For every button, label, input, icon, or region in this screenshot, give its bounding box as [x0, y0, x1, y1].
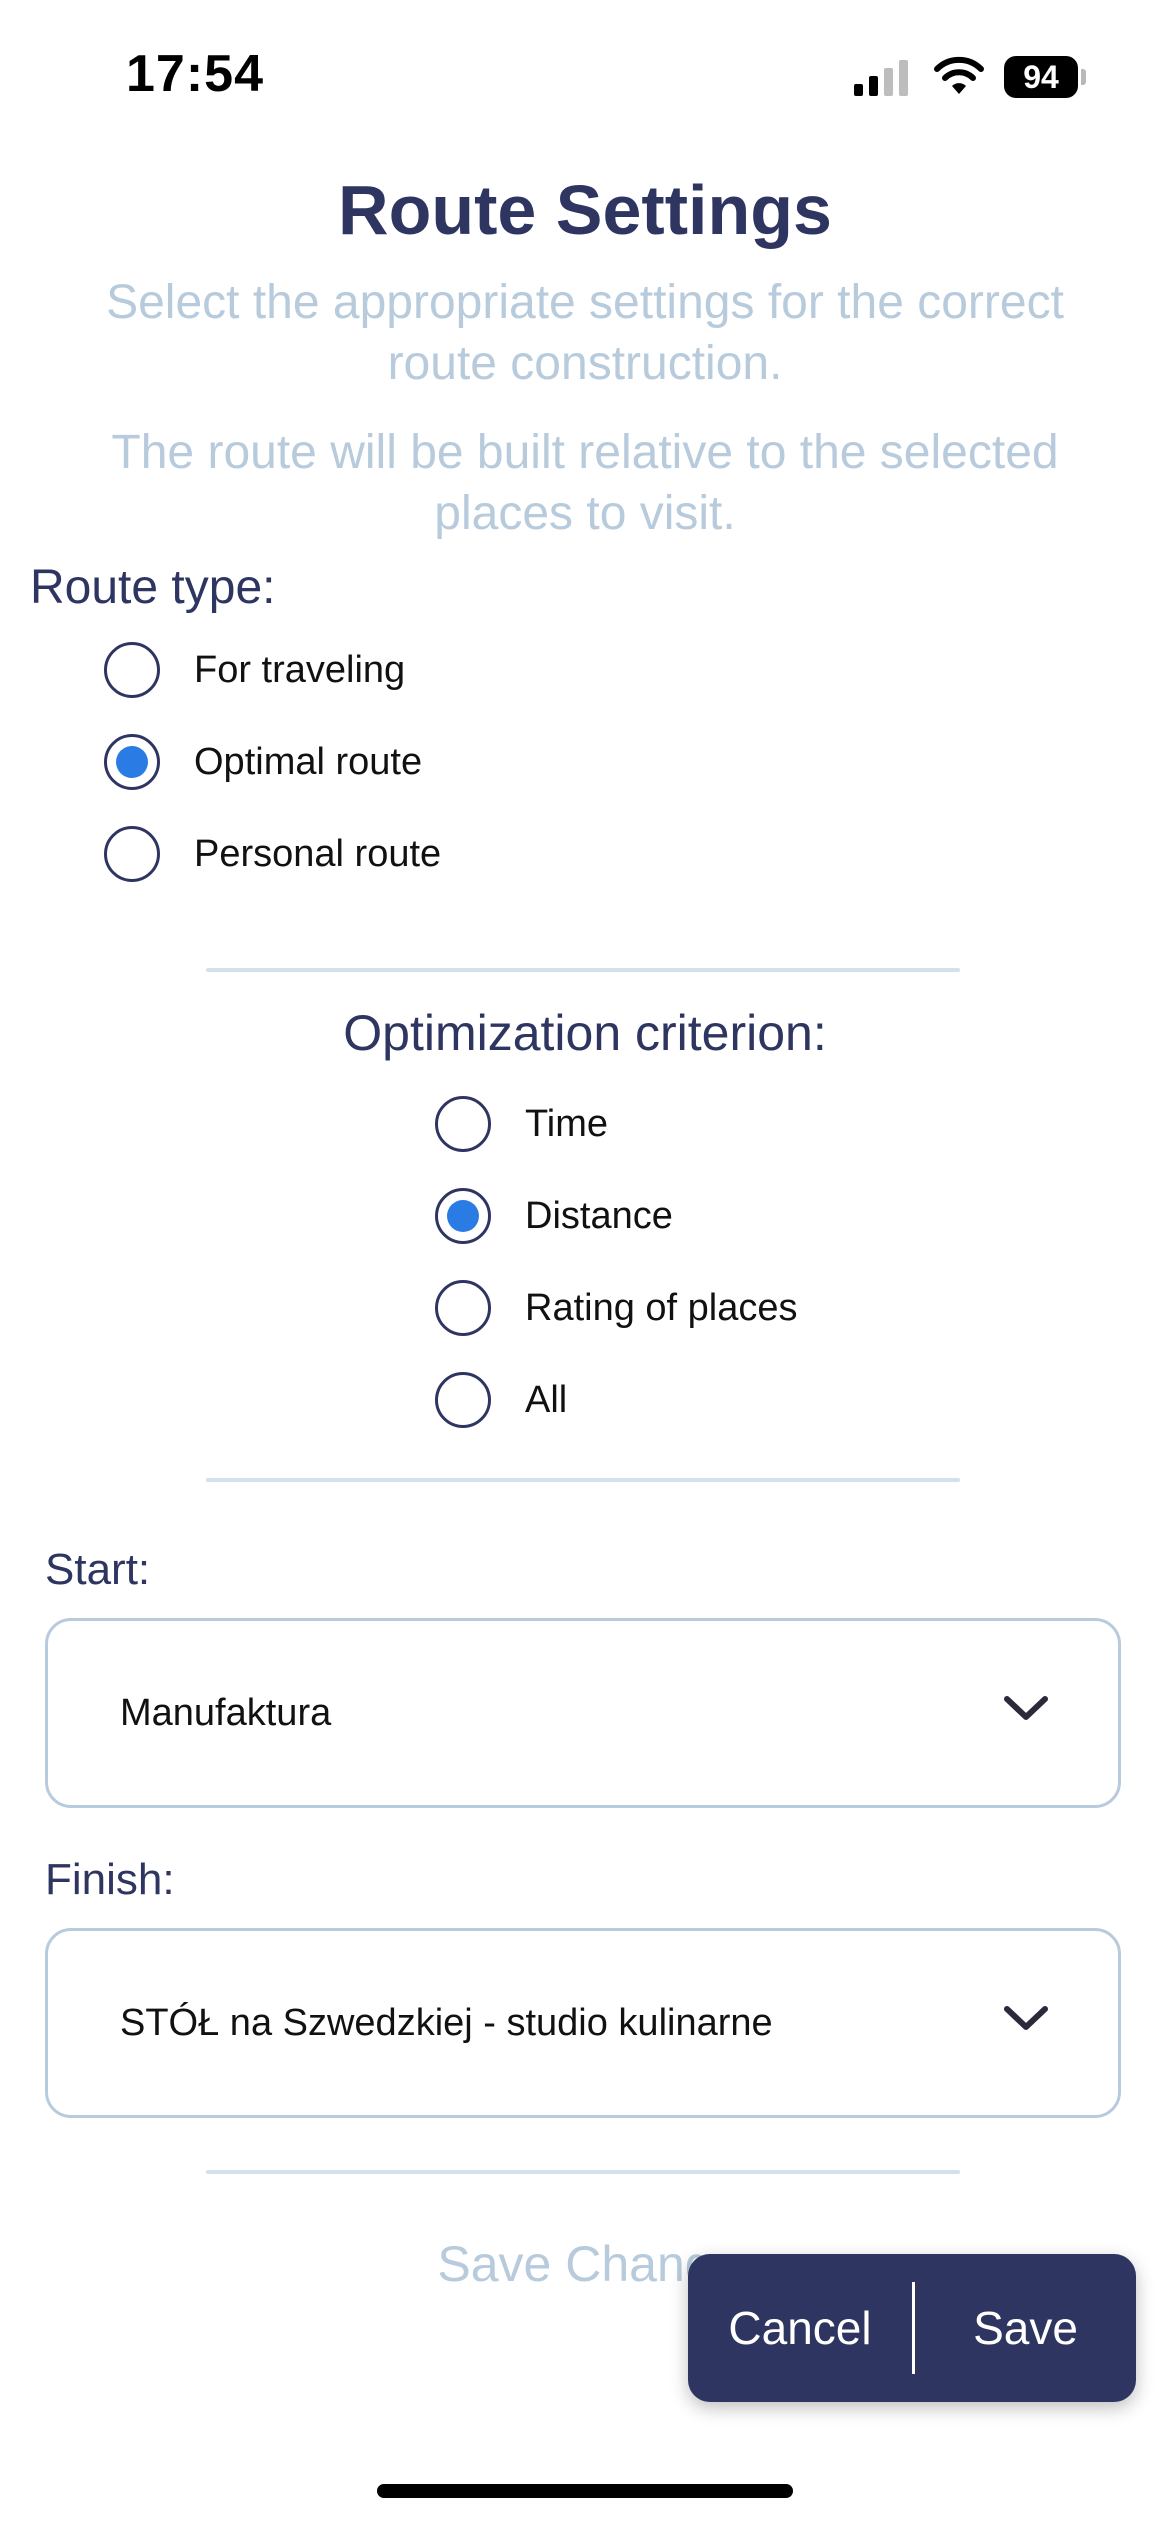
home-indicator[interactable] [377, 2484, 793, 2498]
finish-select-value: STÓŁ na Szwedzkiej - studio kulinarne [120, 2002, 773, 2044]
save-changes-label: Save Chang [437, 2236, 713, 2292]
radio-button[interactable] [435, 1096, 491, 1152]
divider [206, 968, 960, 972]
radio-label: Time [525, 1102, 609, 1145]
confirm-popup: Cancel Save [688, 2254, 1136, 2402]
finish-label: Finish: [45, 1855, 175, 1904]
radio-button[interactable] [104, 642, 160, 698]
subtitle-route-note: The route will be built relative to the … [111, 426, 1059, 540]
chevron-down-icon[interactable] [1002, 2003, 1050, 2035]
signal-icon [854, 60, 908, 96]
chevron-down-icon[interactable] [1002, 1693, 1050, 1725]
radio-label: All [525, 1378, 568, 1421]
radio-label: Optimal route [194, 740, 423, 783]
radio-option-rating-of-places[interactable]: Rating of places [435, 1273, 798, 1343]
radio-option-optimal-route[interactable]: Optimal route [104, 727, 422, 797]
radio-option-time[interactable]: Time [435, 1089, 608, 1159]
start-select-value: Manufaktura [120, 1692, 332, 1734]
status-time: 17:54 [126, 45, 264, 103]
radio-label: Distance [525, 1194, 673, 1237]
radio-button[interactable] [435, 1280, 491, 1336]
radio-button-selected[interactable] [104, 734, 160, 790]
page-title: Route Settings [338, 171, 832, 249]
finish-select[interactable]: STÓŁ na Szwedzkiej - studio kulinarne [45, 1928, 1121, 2118]
subtitle-instructions: Select the appropriate settings for the … [106, 276, 1064, 390]
start-label: Start: [45, 1545, 151, 1594]
radio-label: Rating of places [525, 1286, 798, 1329]
radio-option-personal-route[interactable]: Personal route [104, 819, 441, 889]
battery-tip [1081, 69, 1086, 85]
radio-option-distance[interactable]: Distance [435, 1181, 673, 1251]
radio-button-selected[interactable] [435, 1188, 491, 1244]
radio-label: Personal route [194, 832, 442, 875]
save-button[interactable]: Save [915, 2254, 1136, 2402]
route-type-label: Route type: [30, 561, 276, 614]
wifi-icon [934, 56, 984, 94]
radio-option-for-traveling[interactable]: For traveling [104, 635, 405, 705]
radio-button[interactable] [435, 1372, 491, 1428]
cancel-button[interactable]: Cancel [688, 2254, 912, 2402]
optimization-criterion-label: Optimization criterion: [343, 1005, 827, 1061]
battery-level: 94 [1004, 56, 1078, 98]
status-bar: 17:54 94 [0, 0, 1170, 150]
start-select[interactable]: Manufaktura [45, 1618, 1121, 1808]
battery-icon: 94 [1004, 56, 1086, 98]
divider [206, 2170, 960, 2174]
radio-option-all[interactable]: All [435, 1365, 567, 1435]
radio-button[interactable] [104, 826, 160, 882]
divider [206, 1478, 960, 1482]
radio-label: For traveling [194, 648, 406, 691]
